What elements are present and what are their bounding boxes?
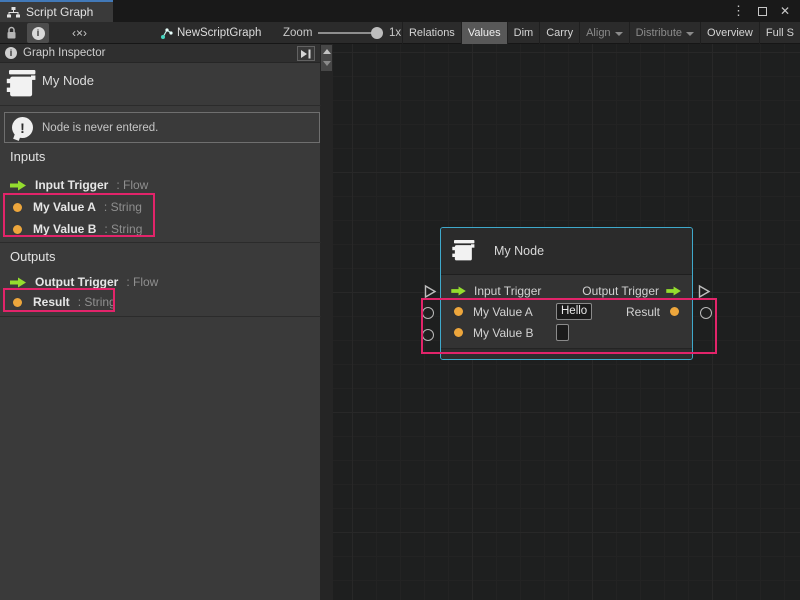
relations-button[interactable]: Relations <box>402 22 461 44</box>
inspector-title: Graph Inspector <box>23 47 105 59</box>
port-type: : Flow <box>116 178 148 192</box>
zoom-slider-handle[interactable] <box>371 27 383 39</box>
my-node-header[interactable]: My Node <box>441 228 692 275</box>
flow-arrow-icon <box>10 277 27 288</box>
relations-label: Relations <box>409 22 455 44</box>
node-title: My Node <box>494 244 544 258</box>
maximize-icon[interactable] <box>758 7 767 16</box>
distribute-dropdown[interactable]: Distribute <box>629 22 700 44</box>
dock-arrow-icon <box>300 49 312 59</box>
tutorial-highlight-inputs <box>3 193 155 237</box>
tutorial-highlight-result <box>3 288 115 312</box>
graph-hierarchy-icon <box>7 7 20 18</box>
warning-text: Node is never entered. <box>42 122 158 134</box>
inspector-header: i Graph Inspector <box>0 44 320 63</box>
zoom-label: Zoom <box>283 22 312 44</box>
scroll-down-icon[interactable] <box>323 61 331 66</box>
overview-label: Overview <box>707 22 753 44</box>
inspected-node-header: My Node <box>0 63 321 106</box>
scroll-up-icon[interactable] <box>323 49 331 54</box>
info-toggle-button[interactable]: i <box>27 23 49 43</box>
carry-label: Carry <box>546 22 573 44</box>
carry-button[interactable]: Carry <box>539 22 579 44</box>
tab-bar: Script Graph ⋮ ✕ <box>0 0 800 22</box>
input-trigger-port-icon[interactable] <box>451 286 467 296</box>
warning-banner: ! Node is never entered. <box>4 112 320 143</box>
graph-toolbar: i ‹×› NewScriptGraph Zoom 1x Relations V… <box>0 22 800 44</box>
node-icon <box>9 70 33 97</box>
info-icon: i <box>5 47 17 59</box>
outputs-heading: Outputs <box>10 249 56 264</box>
output-trigger-label: Output Trigger <box>582 284 659 298</box>
info-icon: i <box>32 27 45 40</box>
flow-arrow-icon <box>10 180 27 191</box>
chevron-down-icon <box>615 32 623 36</box>
inspected-node-title: My Node <box>42 73 94 88</box>
tab-script-graph[interactable]: Script Graph <box>0 0 113 22</box>
window-controls: ⋮ ✕ <box>732 0 790 22</box>
warning-bubble-icon: ! <box>12 117 33 138</box>
tab-label: Script Graph <box>26 5 93 19</box>
toolbar-button-group: Relations Values Dim Carry Align Distrib… <box>402 22 800 44</box>
align-dropdown[interactable]: Align <box>579 22 628 44</box>
dim-button[interactable]: Dim <box>507 22 540 44</box>
port-name: Output Trigger <box>35 275 118 289</box>
lock-icon <box>6 26 17 40</box>
values-label: Values <box>468 22 501 44</box>
chevron-down-icon <box>686 32 694 36</box>
fullscreen-label: Full S <box>766 22 794 44</box>
tutorial-highlight-node-values <box>421 298 717 354</box>
divider <box>0 242 321 243</box>
dim-label: Dim <box>514 22 534 44</box>
script-graph-asset-icon <box>160 22 173 44</box>
view-source-button[interactable]: ‹×› <box>72 22 87 44</box>
scrollbar-buttons <box>321 45 332 71</box>
inspector-scrollbar[interactable] <box>320 44 333 600</box>
values-button[interactable]: Values <box>461 22 507 44</box>
zoom-value-label: 1x <box>389 22 401 44</box>
close-icon[interactable]: ✕ <box>780 4 790 18</box>
lock-button[interactable] <box>6 22 17 44</box>
inspector-dock-button[interactable] <box>297 46 315 61</box>
unity-visual-scripting-window: Script Graph ⋮ ✕ i ‹×› <box>0 0 800 600</box>
fullscreen-button[interactable]: Full S <box>759 22 800 44</box>
graph-inspector-panel: i Graph Inspector My Node ! Node is neve… <box>0 44 333 600</box>
port-name: Input Trigger <box>35 178 108 192</box>
input-trigger-label: Input Trigger <box>474 284 541 298</box>
overview-button[interactable]: Overview <box>700 22 759 44</box>
inputs-heading: Inputs <box>10 149 45 164</box>
port-type: : Flow <box>126 275 158 289</box>
node-icon <box>454 238 478 265</box>
align-label: Align <box>586 22 610 44</box>
window-menu-icon[interactable]: ⋮ <box>732 0 745 22</box>
code-icon: ‹×› <box>72 26 87 40</box>
output-trigger-port-icon[interactable] <box>666 286 682 296</box>
graph-canvas[interactable]: My Node Input Trigger Output Trigger My … <box>333 44 800 600</box>
distribute-label: Distribute <box>636 22 682 44</box>
divider <box>0 316 321 317</box>
graph-name-label[interactable]: NewScriptGraph <box>177 22 261 44</box>
port-row-input-trigger: Input Trigger : Flow <box>10 177 148 193</box>
